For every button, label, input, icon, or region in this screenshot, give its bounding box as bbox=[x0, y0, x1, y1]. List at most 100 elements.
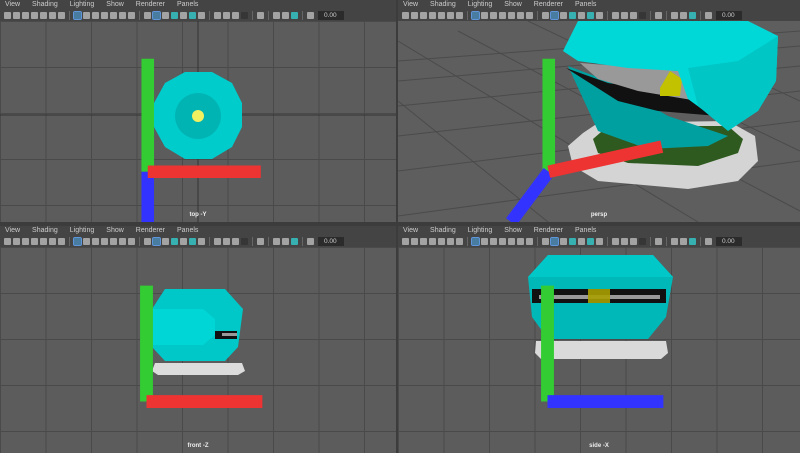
smooth-shade-icon[interactable] bbox=[152, 10, 161, 20]
viewport-front[interactable]: front -Z bbox=[0, 247, 396, 453]
backface-icon[interactable] bbox=[291, 237, 298, 245]
motion-blur-icon[interactable] bbox=[223, 237, 230, 245]
camera-select-icon[interactable] bbox=[411, 11, 418, 19]
camera-icon[interactable] bbox=[402, 237, 409, 245]
camera-select-icon[interactable] bbox=[13, 11, 20, 19]
ambient-occlusion-icon[interactable] bbox=[612, 11, 619, 19]
textured-icon[interactable] bbox=[171, 237, 178, 245]
exposure-field[interactable]: 0.00 bbox=[318, 10, 344, 20]
exposure-icon[interactable] bbox=[307, 237, 314, 245]
smooth-shade-icon[interactable] bbox=[550, 10, 559, 20]
menu-renderer[interactable]: Renderer bbox=[136, 226, 165, 235]
depth-of-field-icon[interactable] bbox=[639, 11, 646, 19]
use-all-lights-icon[interactable] bbox=[587, 237, 594, 245]
menu-shading[interactable]: Shading bbox=[32, 0, 58, 9]
exposure-icon[interactable] bbox=[307, 11, 314, 19]
xray-active-icon[interactable] bbox=[671, 237, 678, 245]
use-all-lights-icon[interactable] bbox=[189, 11, 196, 19]
use-all-lights-icon[interactable] bbox=[587, 11, 594, 19]
motion-blur-icon[interactable] bbox=[621, 237, 628, 245]
camera-lock-icon[interactable] bbox=[420, 11, 427, 19]
2d-pan-icon[interactable] bbox=[49, 11, 56, 19]
2d-pan-icon[interactable] bbox=[447, 237, 454, 245]
exposure-field[interactable]: 0.00 bbox=[716, 10, 742, 20]
menu-view[interactable]: View bbox=[403, 0, 418, 9]
safe-title-icon[interactable] bbox=[526, 237, 533, 245]
camera-lock-icon[interactable] bbox=[22, 11, 29, 19]
xray-active-icon[interactable] bbox=[671, 11, 678, 19]
safe-action-icon[interactable] bbox=[517, 11, 524, 19]
wireframe-icon[interactable] bbox=[542, 11, 549, 19]
film-gate-icon[interactable] bbox=[481, 11, 488, 19]
menu-panels[interactable]: Panels bbox=[575, 0, 596, 9]
ambient-occlusion-icon[interactable] bbox=[214, 11, 221, 19]
menu-shading[interactable]: Shading bbox=[430, 226, 456, 235]
menu-renderer[interactable]: Renderer bbox=[534, 0, 563, 9]
menu-lighting[interactable]: Lighting bbox=[468, 0, 493, 9]
field-chart-icon[interactable] bbox=[110, 11, 117, 19]
default-material-icon[interactable] bbox=[560, 237, 567, 245]
field-chart-icon[interactable] bbox=[508, 11, 515, 19]
grid-icon[interactable] bbox=[471, 10, 480, 20]
camera-select-icon[interactable] bbox=[13, 237, 20, 245]
use-all-lights-icon[interactable] bbox=[189, 237, 196, 245]
safe-action-icon[interactable] bbox=[119, 237, 126, 245]
grease-pencil-icon[interactable] bbox=[58, 237, 65, 245]
film-gate-icon[interactable] bbox=[83, 237, 90, 245]
2d-pan-icon[interactable] bbox=[447, 11, 454, 19]
menu-view[interactable]: View bbox=[5, 0, 20, 9]
resolution-gate-icon[interactable] bbox=[490, 237, 497, 245]
menu-show[interactable]: Show bbox=[504, 0, 522, 9]
anti-aliasing-icon[interactable] bbox=[630, 11, 637, 19]
anti-aliasing-icon[interactable] bbox=[232, 11, 239, 19]
safe-action-icon[interactable] bbox=[119, 11, 126, 19]
viewport-top[interactable]: top -Y bbox=[0, 21, 396, 222]
camera-icon[interactable] bbox=[4, 11, 11, 19]
image-plane-icon[interactable] bbox=[40, 11, 47, 19]
smooth-shade-icon[interactable] bbox=[152, 236, 161, 246]
resolution-gate-icon[interactable] bbox=[92, 11, 99, 19]
safe-title-icon[interactable] bbox=[128, 11, 135, 19]
backface-icon[interactable] bbox=[291, 11, 298, 19]
resolution-gate-icon[interactable] bbox=[92, 237, 99, 245]
bookmark-icon[interactable] bbox=[429, 237, 436, 245]
field-chart-icon[interactable] bbox=[110, 237, 117, 245]
isolate-select-icon[interactable] bbox=[655, 237, 662, 245]
ambient-occlusion-icon[interactable] bbox=[214, 237, 221, 245]
safe-title-icon[interactable] bbox=[526, 11, 533, 19]
menu-shading[interactable]: Shading bbox=[430, 0, 456, 9]
viewport-side[interactable]: side -X bbox=[398, 247, 800, 453]
menu-renderer[interactable]: Renderer bbox=[534, 226, 563, 235]
motion-blur-icon[interactable] bbox=[621, 11, 628, 19]
menu-panels[interactable]: Panels bbox=[575, 226, 596, 235]
image-plane-icon[interactable] bbox=[40, 237, 47, 245]
textured-icon[interactable] bbox=[171, 11, 178, 19]
exposure-field[interactable]: 0.00 bbox=[716, 236, 742, 246]
camera-icon[interactable] bbox=[402, 11, 409, 19]
xray-joints-icon[interactable] bbox=[680, 237, 687, 245]
camera-lock-icon[interactable] bbox=[420, 237, 427, 245]
menu-shading[interactable]: Shading bbox=[32, 226, 58, 235]
bookmark-icon[interactable] bbox=[31, 237, 38, 245]
grease-pencil-icon[interactable] bbox=[456, 237, 463, 245]
menu-panels[interactable]: Panels bbox=[177, 0, 198, 9]
depth-of-field-icon[interactable] bbox=[639, 237, 646, 245]
anti-aliasing-icon[interactable] bbox=[232, 237, 239, 245]
gate-mask-icon[interactable] bbox=[101, 11, 108, 19]
exposure-icon[interactable] bbox=[705, 237, 712, 245]
camera-icon[interactable] bbox=[4, 237, 11, 245]
gate-mask-icon[interactable] bbox=[499, 237, 506, 245]
image-plane-icon[interactable] bbox=[438, 237, 445, 245]
menu-show[interactable]: Show bbox=[106, 226, 124, 235]
wireframe-icon[interactable] bbox=[144, 237, 151, 245]
textured-icon[interactable] bbox=[569, 11, 576, 19]
bookmark-icon[interactable] bbox=[31, 11, 38, 19]
safe-title-icon[interactable] bbox=[128, 237, 135, 245]
menu-panels[interactable]: Panels bbox=[177, 226, 198, 235]
menu-view[interactable]: View bbox=[403, 226, 418, 235]
textured-icon[interactable] bbox=[569, 237, 576, 245]
menu-view[interactable]: View bbox=[5, 226, 20, 235]
bookmark-icon[interactable] bbox=[429, 11, 436, 19]
gate-mask-icon[interactable] bbox=[499, 11, 506, 19]
gate-mask-icon[interactable] bbox=[101, 237, 108, 245]
